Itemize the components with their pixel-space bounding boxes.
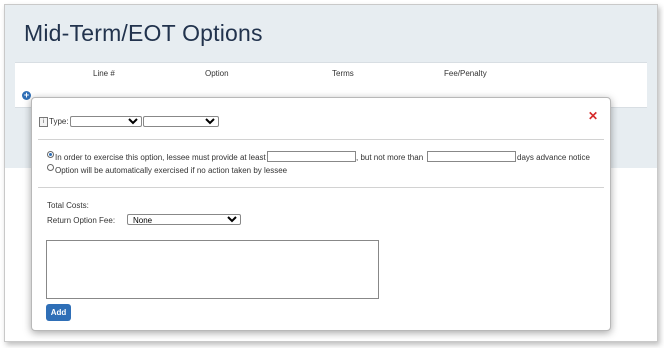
days-notice-text: days advance notice — [517, 153, 590, 162]
min-days-input[interactable] — [267, 151, 356, 162]
column-header-terms[interactable]: Terms — [332, 69, 354, 78]
type-label: Type: — [49, 117, 69, 126]
column-header-option[interactable]: Option — [205, 69, 229, 78]
max-days-input[interactable] — [427, 151, 516, 162]
advance-notice-text: In order to exercise this option, lessee… — [55, 153, 266, 162]
plus-circle-icon[interactable]: + — [22, 91, 31, 100]
total-costs-label: Total Costs: — [47, 201, 89, 210]
column-header-fee-penalty[interactable]: Fee/Penalty — [444, 69, 487, 78]
add-button[interactable]: Add — [46, 304, 71, 321]
advance-notice-radio[interactable] — [47, 151, 54, 158]
auto-exercise-radio[interactable] — [47, 164, 54, 171]
page-title: Mid-Term/EOT Options — [24, 20, 263, 46]
type-select[interactable] — [70, 116, 142, 127]
return-fee-select[interactable]: None — [127, 214, 241, 225]
subtype-select[interactable] — [143, 116, 219, 127]
column-header-line[interactable]: Line # — [93, 69, 115, 78]
option-modal: ✕ i Type: In order to exercise this opti… — [31, 97, 611, 331]
info-icon: i — [39, 117, 48, 127]
notes-textarea[interactable] — [46, 240, 379, 299]
divider — [38, 187, 604, 188]
not-more-than-text: , but not more than — [356, 153, 424, 162]
close-icon[interactable]: ✕ — [588, 110, 598, 122]
grid-header: Line # Option Terms Fee/Penalty — [15, 62, 647, 86]
return-fee-label: Return Option Fee: — [47, 216, 116, 225]
divider — [38, 139, 604, 140]
auto-exercise-text: Option will be automatically exercised i… — [55, 166, 288, 175]
